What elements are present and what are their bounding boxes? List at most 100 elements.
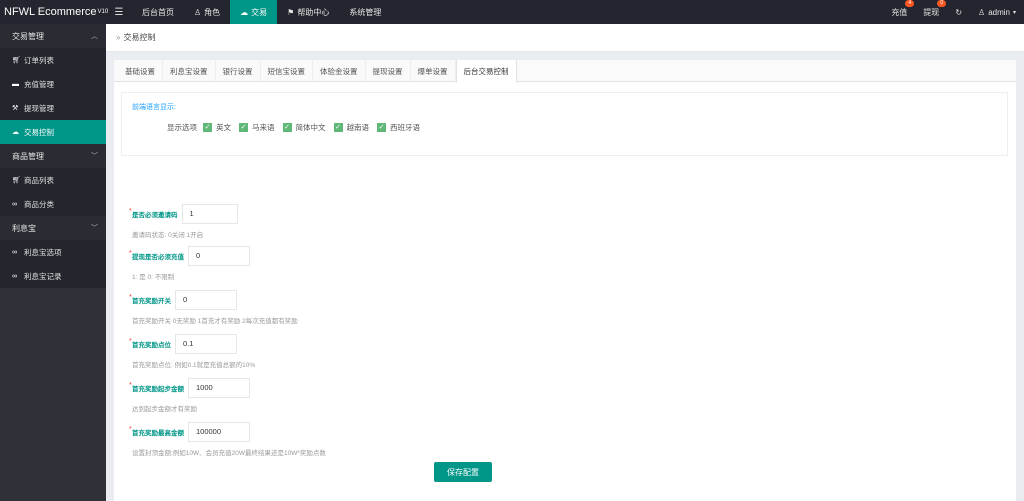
required-mark: *	[129, 338, 132, 345]
sidebar-group-label: 利息宝	[12, 223, 36, 233]
cloud-icon: ☁	[240, 7, 249, 17]
top-nav: 后台首页 ♙ 角色 ☁ 交易 ⚑ 帮助中心 系统管理	[132, 0, 391, 24]
withdraw-label: 提现	[923, 7, 940, 17]
checkbox-malay[interactable]: ✓ 马来语	[239, 122, 275, 133]
gavel-icon: ⚒︎	[12, 105, 19, 112]
sidebar-group-interest[interactable]: 利息宝 ﹀	[0, 216, 106, 240]
topnav-trade[interactable]: ☁ 交易	[230, 0, 278, 24]
language-title: 前端语言显示:	[132, 104, 176, 111]
breadcrumb: » 交易控制	[106, 24, 1024, 52]
user-name: admin	[988, 7, 1010, 17]
checkbox-label: 简体中文	[295, 123, 326, 132]
field-hint: 首充奖励开关 0无奖励 1首充才有奖励 2每次充值都有奖励	[132, 318, 298, 325]
sidebar-item-label: 提现管理	[24, 103, 54, 113]
sidebar-item-interest-records[interactable]: ∞ 利息宝记录	[0, 264, 106, 288]
top-right-tools: 充值 4 提现 0 ↻ ♙ admin ▾	[883, 0, 1024, 24]
topnav-home-label: 后台首页	[142, 7, 174, 17]
field-label: 首充奖励开关	[132, 298, 171, 305]
topnav-role[interactable]: ♙ 角色	[184, 0, 230, 24]
tab-sms[interactable]: 短信宝设置	[261, 60, 313, 82]
tab-bank[interactable]: 银行设置	[216, 60, 261, 82]
required-mark: *	[129, 382, 132, 389]
tab-interest[interactable]: 利息宝设置	[163, 60, 216, 82]
sidebar-item-interest-options[interactable]: ∞ 利息宝选项	[0, 240, 106, 264]
topnav-trade-label: 交易	[251, 7, 268, 17]
field-hint: 设置封顶金额;例如10W、会员充值20W最终结果还是10W*奖励点数	[132, 450, 326, 457]
checkbox-vietnamese[interactable]: ✓ 越南语	[333, 122, 370, 133]
sidebar-item-withdraw[interactable]: ⚒︎ 提现管理	[0, 96, 106, 120]
checkbox-label: 越南语	[346, 123, 370, 132]
first-recharge-rate-input[interactable]: 0.1	[175, 334, 237, 354]
checkbox-spanish[interactable]: ✓ 西班牙语	[377, 122, 420, 133]
sidebar: 交易管理 ︿ 🛒︎ 订单列表 ▬ 充值管理 ⚒︎ 提现管理 ☁ 交易控制 商品管理 ﹀ 🛒︎…	[0, 24, 106, 501]
brand-logo[interactable]: NFWL Ecommerce V10	[0, 0, 108, 24]
sidebar-item-recharge[interactable]: ▬ 充值管理	[0, 72, 106, 96]
field-first-recharge-max: * 首充奖励最高金额 100000 设置封顶金额;例如10W、会员充值20W最终结…	[129, 422, 326, 457]
chevron-down-icon: ▾	[1012, 9, 1016, 16]
checkbox-simplified-chinese[interactable]: ✓ 简体中文	[282, 122, 326, 133]
topnav-system-label: 系统管理	[349, 7, 382, 17]
language-options-label: 显示选项	[167, 123, 197, 132]
settings-panel: 基础设置 利息宝设置 银行设置 短信宝设置 体验金设置 提现设置 爆单设置 后台…	[114, 60, 1016, 501]
required-mark: *	[129, 294, 132, 301]
tab-basic[interactable]: 基础设置	[118, 60, 163, 82]
field-label: 是否必须邀请码	[132, 212, 178, 219]
withdraw-badge: 0	[937, 0, 947, 7]
card-icon: ▬	[12, 80, 19, 88]
recharge-link[interactable]: 充值 4	[883, 0, 915, 24]
tab-burst[interactable]: 爆单设置	[411, 60, 456, 82]
first-recharge-min-input[interactable]: 1000	[188, 378, 250, 398]
sidebar-item-goods-list[interactable]: 🛒︎ 商品列表	[0, 168, 106, 192]
tab-trial[interactable]: 体验金设置	[313, 60, 366, 82]
refresh-icon[interactable]: ↻	[947, 0, 970, 24]
save-config-button[interactable]: 保存配置	[434, 462, 492, 482]
chevron-down-icon: ﹀	[91, 225, 98, 232]
check-icon: ✓	[377, 123, 386, 132]
check-icon: ✓	[239, 123, 248, 132]
sidebar-item-label: 订单列表	[24, 55, 54, 65]
required-mark: *	[129, 250, 132, 257]
first-recharge-max-input[interactable]: 100000	[188, 422, 250, 442]
flag-icon: ⚑	[287, 7, 295, 17]
hamburger-icon[interactable]: ☰	[106, 0, 132, 24]
sidebar-item-orders[interactable]: 🛒︎ 订单列表	[0, 48, 106, 72]
main-content: » 交易控制 基础设置 利息宝设置 银行设置 短信宝设置 体验金设置 提现设置 …	[106, 24, 1024, 501]
withdraw-link[interactable]: 提现 0	[915, 0, 947, 24]
checkbox-english[interactable]: ✓ 英文	[203, 122, 231, 133]
field-hint: 首充奖励点位: 例如0.1就是充值总额的10%	[132, 362, 256, 369]
chevron-up-icon: ︿	[91, 33, 98, 40]
check-icon: ✓	[282, 123, 292, 132]
double-chevron-icon: »	[116, 33, 121, 42]
sidebar-group-label: 商品管理	[12, 151, 44, 161]
field-hint: 达到起步金额才有奖励	[132, 406, 197, 413]
invite-code-input[interactable]: 1	[181, 204, 238, 224]
topnav-home[interactable]: 后台首页	[132, 0, 184, 24]
sidebar-item-goods-category[interactable]: ∞ 商品分类	[0, 192, 106, 216]
tab-trade-control[interactable]: 后台交易控制	[455, 60, 517, 83]
field-withdraw-requires-recharge: * 提现是否必须充值 0 1: 是 0: 不限制	[129, 246, 250, 281]
topnav-help[interactable]: ⚑ 帮助中心	[277, 0, 339, 24]
field-first-recharge-min: * 首充奖励起步金额 1000 达到起步金额才有奖励	[129, 378, 250, 413]
link-icon: ∞	[12, 200, 17, 208]
check-icon: ✓	[203, 123, 212, 132]
sidebar-item-label: 交易控制	[24, 127, 54, 137]
sidebar-item-trade-control[interactable]: ☁ 交易控制	[0, 120, 106, 144]
sidebar-group-goods[interactable]: 商品管理 ﹀	[0, 144, 106, 168]
checkbox-label: 马来语	[252, 123, 275, 132]
sidebar-item-label: 利息宝选项	[24, 247, 62, 257]
sidebar-item-label: 商品分类	[24, 199, 54, 209]
chevron-down-icon: ﹀	[91, 153, 98, 160]
language-settings: 前端语言显示: 显示选项 ✓ 英文 ✓ 马来语 ✓ 简体中文 ✓ 越南语 ✓ 西班牙语	[121, 92, 1008, 156]
user-menu[interactable]: ♙ admin ▾	[970, 0, 1024, 24]
brand-text: NFWL Ecommerce	[4, 6, 97, 18]
topnav-system[interactable]: 系统管理	[339, 0, 391, 24]
withdraw-requires-recharge-input[interactable]: 0	[188, 246, 250, 266]
tab-withdraw[interactable]: 提现设置	[366, 60, 411, 82]
language-options: 显示选项 ✓ 英文 ✓ 马来语 ✓ 简体中文 ✓ 越南语 ✓ 西班牙语	[167, 122, 428, 133]
field-label: 首充奖励点位	[132, 342, 171, 349]
field-label: 首充奖励最高金额	[132, 430, 184, 437]
first-recharge-switch-input[interactable]: 0	[175, 290, 237, 310]
field-label: 首充奖励起步金额	[132, 386, 184, 393]
sidebar-group-trade[interactable]: 交易管理 ︿	[0, 24, 106, 48]
cart-icon: 🛒︎	[12, 57, 21, 64]
